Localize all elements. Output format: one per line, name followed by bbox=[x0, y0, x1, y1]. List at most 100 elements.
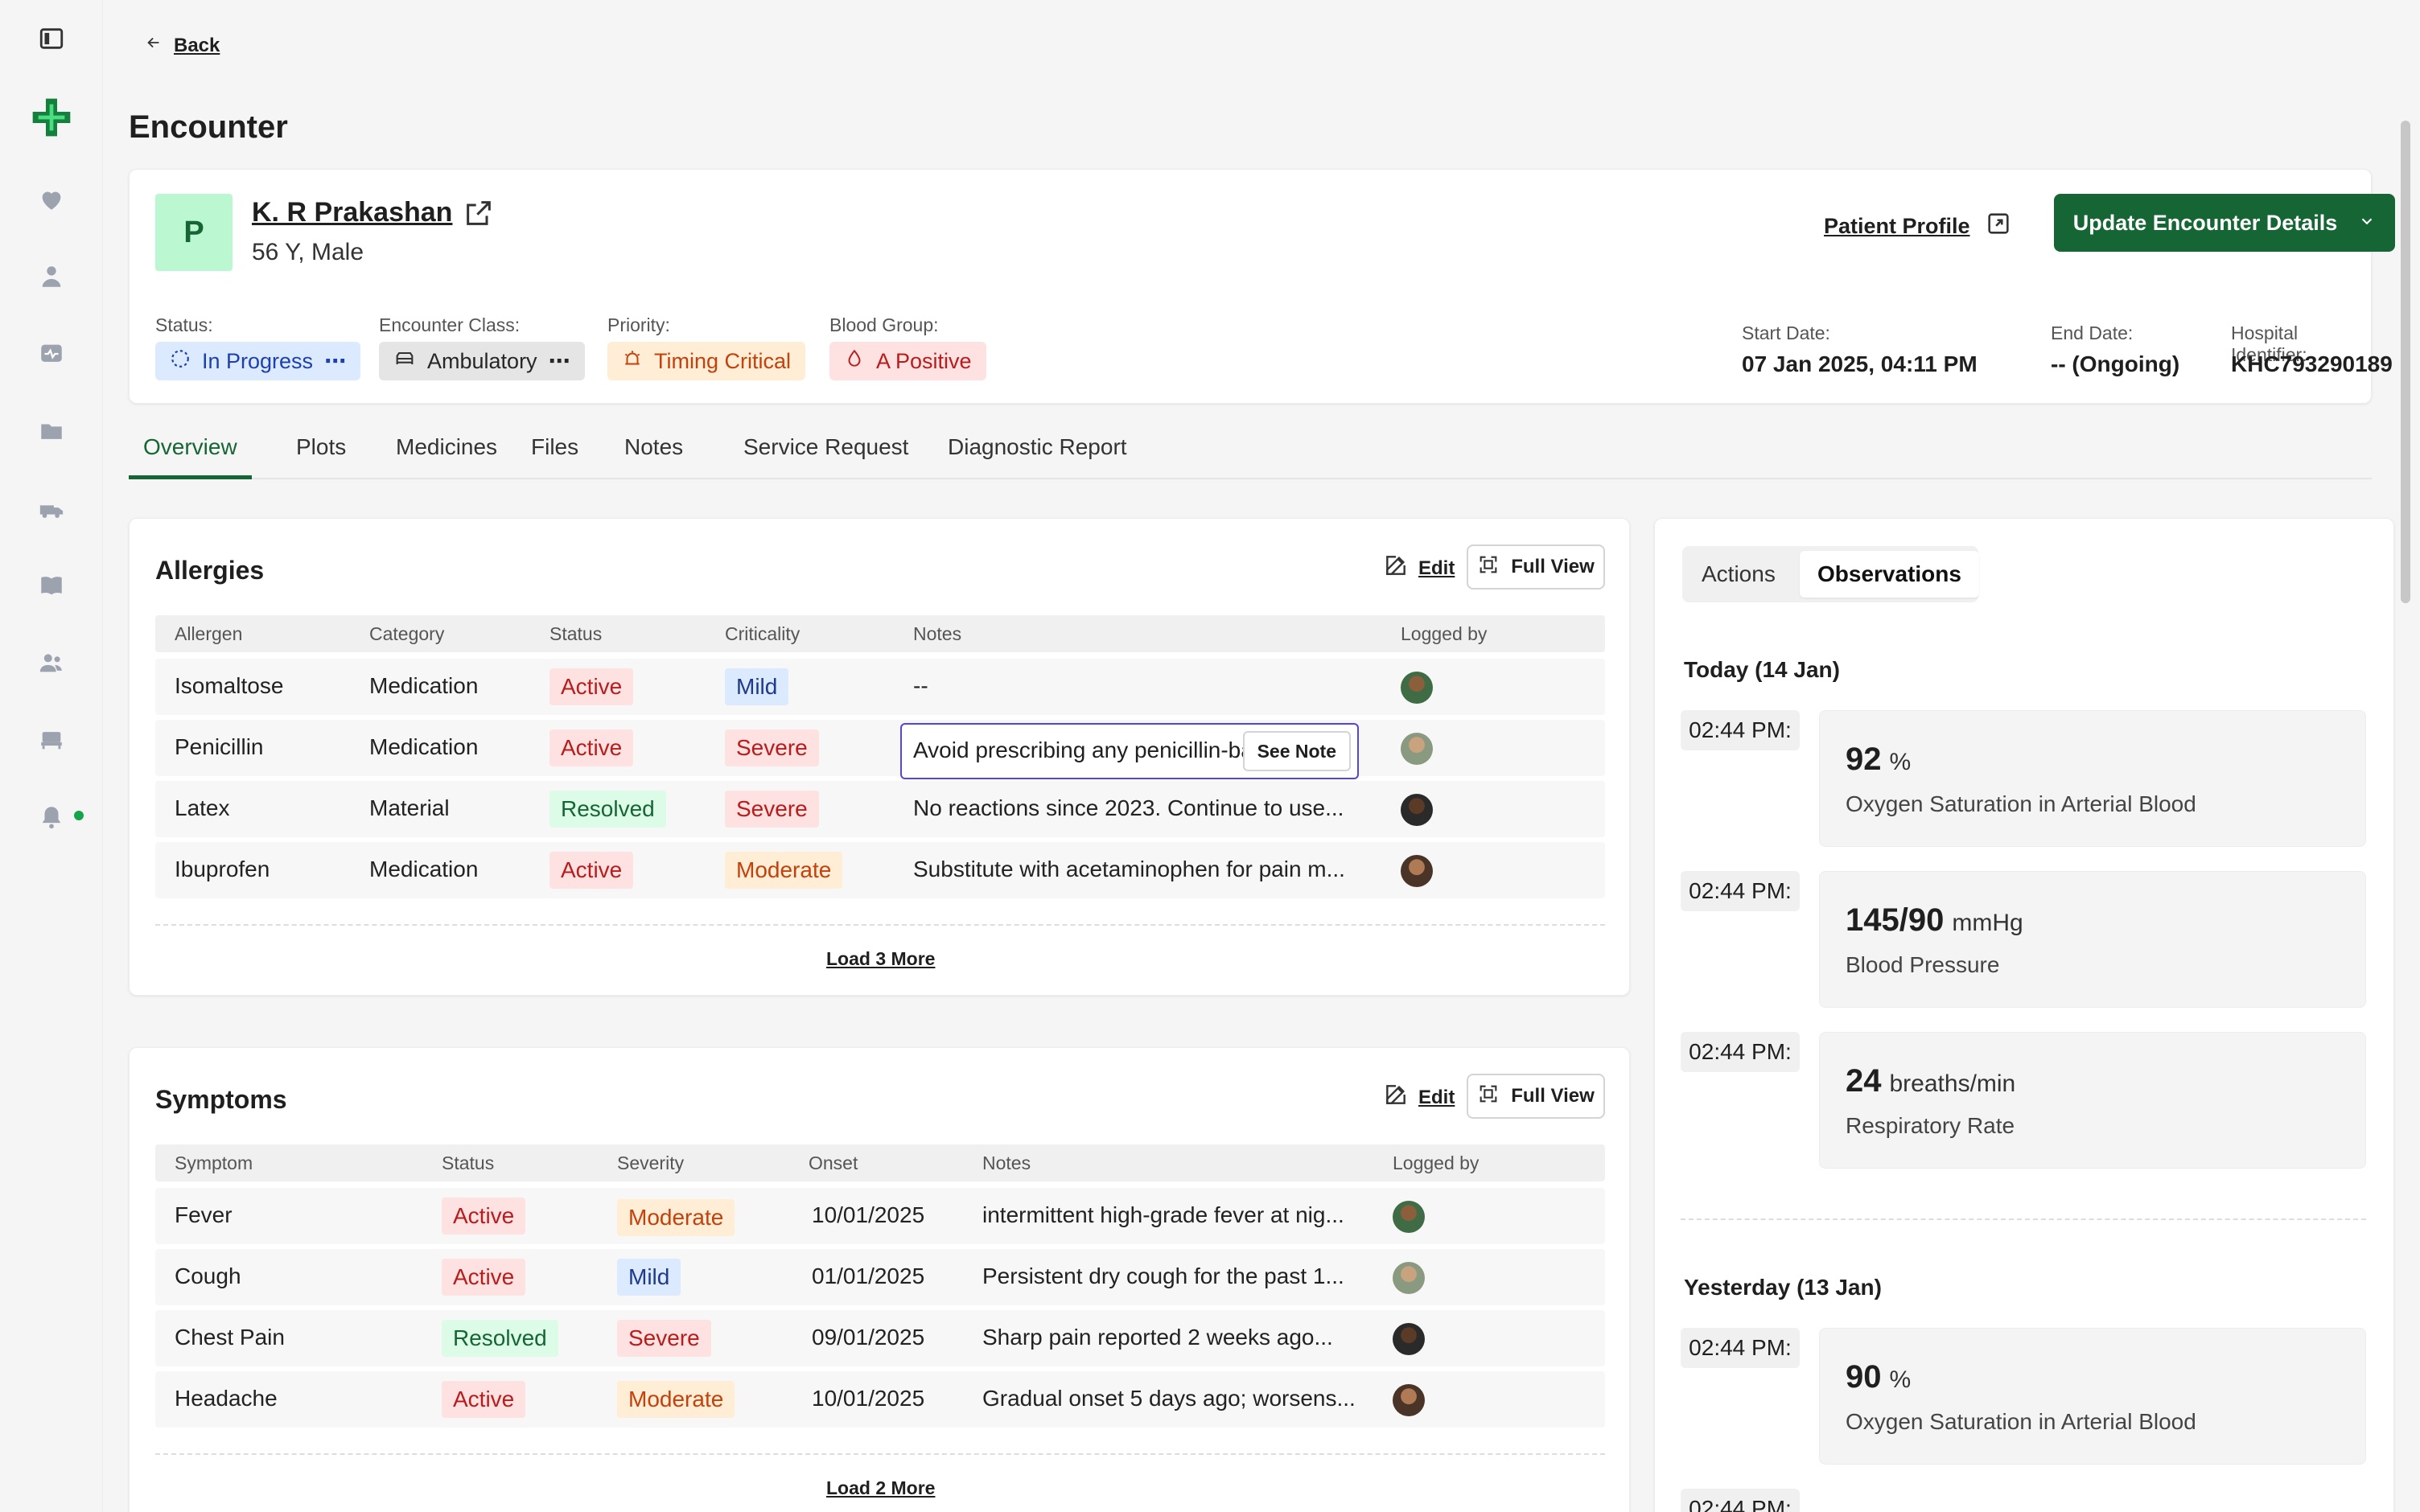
monitor-icon[interactable] bbox=[35, 338, 68, 370]
table-row[interactable]: Penicillin Medication Active Severe Avoi… bbox=[155, 720, 1605, 779]
observation-card[interactable]: 90% Oxygen Saturation in Arterial Blood bbox=[1819, 1328, 2366, 1465]
status-badge[interactable]: In Progress ⋯ bbox=[155, 342, 361, 380]
priority-badge[interactable]: Timing Critical bbox=[607, 342, 806, 380]
avatar bbox=[1401, 794, 1433, 826]
heart-icon[interactable] bbox=[35, 183, 68, 216]
notes-cell: Substitute with acetaminophen for pain m… bbox=[913, 857, 1345, 881]
update-encounter-label: Update Encounter Details bbox=[2072, 210, 2338, 235]
tab-medicines[interactable]: Medicines bbox=[381, 434, 512, 479]
status-badge: Active bbox=[549, 729, 634, 766]
observation-card[interactable]: 24 breaths/min Respiratory Rate bbox=[1819, 1032, 2366, 1169]
hospital-id-value: KHC793290189 bbox=[2231, 351, 2393, 376]
notes-cell: intermittent high-grade fever at nig... bbox=[982, 1202, 1344, 1227]
col-onset: Onset bbox=[809, 1152, 858, 1173]
observation-card[interactable]: 92% Oxygen Saturation in Arterial Blood bbox=[1819, 710, 2366, 847]
notes-cell: Sharp pain reported 2 weeks ago... bbox=[982, 1325, 1333, 1350]
edit-icon bbox=[1383, 1082, 1409, 1113]
avatar bbox=[1393, 1384, 1425, 1416]
col-notes: Notes bbox=[913, 623, 962, 644]
sidebar-toggle-icon[interactable] bbox=[35, 23, 68, 55]
more-icon[interactable]: ⋯ bbox=[324, 349, 346, 374]
page-scrollbar[interactable] bbox=[2401, 121, 2410, 603]
back-link[interactable]: Back bbox=[145, 34, 220, 57]
status-badge: Active bbox=[549, 668, 634, 705]
obs-time: 02:44 PM: bbox=[1681, 1489, 1800, 1512]
start-date-value: 07 Jan 2025, 04:11 PM bbox=[1742, 351, 1978, 376]
bed-icon[interactable] bbox=[35, 724, 68, 756]
table-row[interactable]: Cough Active Mild 01/01/2025 Persistent … bbox=[155, 1249, 1605, 1305]
more-icon[interactable]: ⋯ bbox=[549, 349, 570, 374]
col-category: Category bbox=[369, 623, 445, 644]
obs-time: 02:44 PM: bbox=[1681, 871, 1800, 911]
patient-card: P K. R Prakashan 56 Y, Male Patient Prof… bbox=[129, 169, 2395, 404]
symptom-cell: Cough bbox=[175, 1263, 241, 1288]
priority-value: Timing Critical bbox=[654, 348, 792, 373]
full-view-label: Full View bbox=[1511, 556, 1595, 577]
col-status: Status bbox=[442, 1152, 495, 1173]
avatar bbox=[1401, 672, 1433, 704]
table-row[interactable]: Chest Pain Resolved Severe 09/01/2025 Sh… bbox=[155, 1310, 1605, 1366]
blood-group-badge[interactable]: A Positive bbox=[829, 342, 986, 380]
tab-notes[interactable]: Notes bbox=[610, 434, 698, 479]
allergen-cell: Penicillin bbox=[175, 734, 264, 759]
category-cell: Medication bbox=[369, 673, 479, 698]
obs-number: 145/90 bbox=[1846, 902, 1945, 938]
notes-cell-focused[interactable]: Avoid prescribing any penicillin-based a… bbox=[900, 723, 1359, 779]
status-value: In Progress bbox=[202, 348, 314, 373]
load-more-symptoms-button[interactable]: Load 2 More bbox=[826, 1477, 935, 1499]
update-encounter-button[interactable]: Update Encounter Details bbox=[2054, 194, 2395, 252]
avatar bbox=[1393, 1262, 1425, 1294]
tab-diagnostic-report[interactable]: Diagnostic Report bbox=[933, 434, 1142, 479]
symptoms-full-view-button[interactable]: Full View bbox=[1467, 1074, 1605, 1119]
obs-name: Respiratory Rate bbox=[1846, 1113, 2015, 1138]
logo-icon[interactable] bbox=[29, 95, 74, 140]
obs-unit: breaths/min bbox=[1889, 1070, 2016, 1097]
tab-service-request[interactable]: Service Request bbox=[729, 434, 923, 479]
allergies-title: Allergies bbox=[155, 556, 265, 585]
arrow-left-icon bbox=[145, 34, 163, 57]
table-row[interactable]: Fever Active Moderate 10/01/2025 intermi… bbox=[155, 1188, 1605, 1244]
patient-profile-link[interactable]: Patient Profile bbox=[1824, 210, 2012, 243]
onset-cell: 09/01/2025 bbox=[812, 1325, 925, 1350]
allergen-cell: Ibuprofen bbox=[175, 857, 270, 881]
severity-badge: Severe bbox=[617, 1320, 711, 1357]
encounter-class-badge[interactable]: Ambulatory ⋯ bbox=[379, 342, 585, 380]
obs-unit: % bbox=[1889, 749, 1912, 775]
table-row[interactable]: Headache Active Moderate 10/01/2025 Grad… bbox=[155, 1371, 1605, 1428]
bell-icon[interactable] bbox=[35, 801, 68, 833]
load-more-allergies-button[interactable]: Load 3 More bbox=[826, 948, 935, 970]
observation-card[interactable]: 145/90 mmHg Blood Pressure bbox=[1819, 871, 2366, 1008]
users-icon[interactable] bbox=[35, 647, 68, 679]
status-badge: Active bbox=[442, 1381, 526, 1418]
severity-badge: Mild bbox=[617, 1259, 681, 1296]
allergies-full-view-button[interactable]: Full View bbox=[1467, 544, 1605, 590]
segment-actions[interactable]: Actions bbox=[1684, 551, 1793, 598]
patient-avatar: P bbox=[155, 194, 233, 271]
status-badge: Resolved bbox=[549, 791, 666, 828]
folder-icon[interactable] bbox=[35, 415, 68, 447]
table-row[interactable]: Ibuprofen Medication Active Moderate Sub… bbox=[155, 842, 1605, 898]
tab-overview[interactable]: Overview bbox=[129, 434, 252, 479]
doctor-icon[interactable] bbox=[35, 261, 68, 293]
edit-icon bbox=[1383, 553, 1409, 584]
ambulance-icon[interactable] bbox=[35, 494, 68, 526]
table-row[interactable]: Isomaltose Medication Active Mild -- bbox=[155, 659, 1605, 715]
tab-plots[interactable]: Plots bbox=[282, 434, 360, 479]
see-note-button[interactable]: See Note bbox=[1242, 731, 1351, 771]
category-cell: Medication bbox=[369, 857, 479, 881]
table-row[interactable]: Latex Material Resolved Severe No reacti… bbox=[155, 781, 1605, 837]
avatar bbox=[1393, 1201, 1425, 1233]
segment-observations[interactable]: Observations bbox=[1800, 551, 1979, 598]
allergies-edit-button[interactable]: Edit bbox=[1383, 553, 1455, 584]
symptom-cell: Headache bbox=[175, 1386, 278, 1411]
onset-cell: 01/01/2025 bbox=[812, 1263, 925, 1288]
allergen-cell: Latex bbox=[175, 795, 230, 820]
tab-files[interactable]: Files bbox=[517, 434, 593, 479]
symptoms-title: Symptoms bbox=[155, 1085, 287, 1114]
divider bbox=[155, 924, 1605, 926]
external-link-icon[interactable] bbox=[463, 197, 495, 229]
patient-name-link[interactable]: K. R Prakashan bbox=[252, 197, 452, 228]
symptoms-edit-button[interactable]: Edit bbox=[1383, 1082, 1455, 1113]
symptom-cell: Fever bbox=[175, 1202, 233, 1227]
book-icon[interactable] bbox=[35, 569, 68, 602]
